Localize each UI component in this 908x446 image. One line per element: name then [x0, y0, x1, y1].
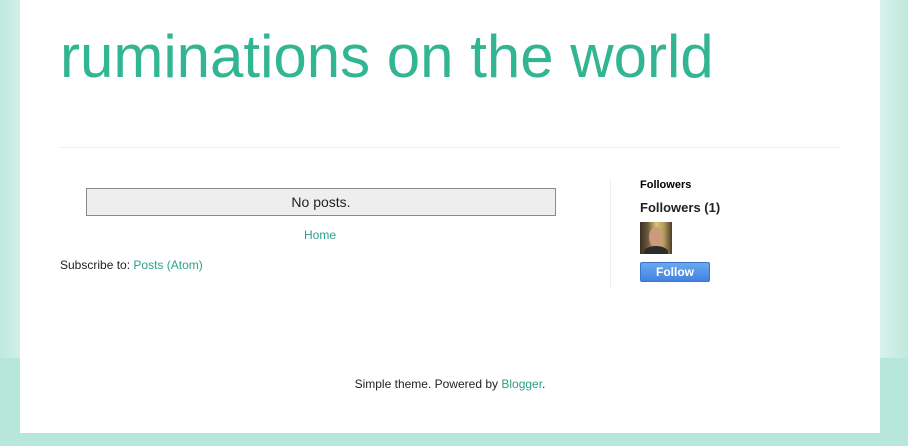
sidebar-divider	[610, 178, 611, 288]
blog-title[interactable]: ruminations on the world	[60, 22, 714, 92]
follower-avatar[interactable]	[640, 222, 672, 254]
subscribe-line: Subscribe to: Posts (Atom)	[60, 258, 203, 272]
home-link[interactable]: Home	[60, 228, 580, 242]
subscribe-label: Subscribe to:	[60, 258, 131, 272]
page-container: ruminations on the world No posts. Home …	[20, 0, 880, 433]
no-posts-message: No posts.	[86, 188, 556, 216]
avatar-face	[649, 227, 663, 247]
sidebar: Followers Followers (1) Follow	[640, 178, 860, 282]
followers-widget-heading: Followers	[640, 179, 692, 191]
posts-atom-link[interactable]: Posts (Atom)	[133, 258, 202, 272]
footer-text: Simple theme. Powered by	[354, 377, 498, 391]
followers-count: Followers (1)	[640, 200, 721, 215]
footer-period: .	[542, 377, 546, 391]
avatar-shoulders	[644, 246, 668, 254]
footer: Simple theme. Powered by Blogger.	[20, 377, 880, 391]
header-divider	[60, 147, 840, 148]
blogger-link[interactable]: Blogger	[501, 377, 542, 391]
follow-button[interactable]: Follow	[640, 262, 710, 282]
